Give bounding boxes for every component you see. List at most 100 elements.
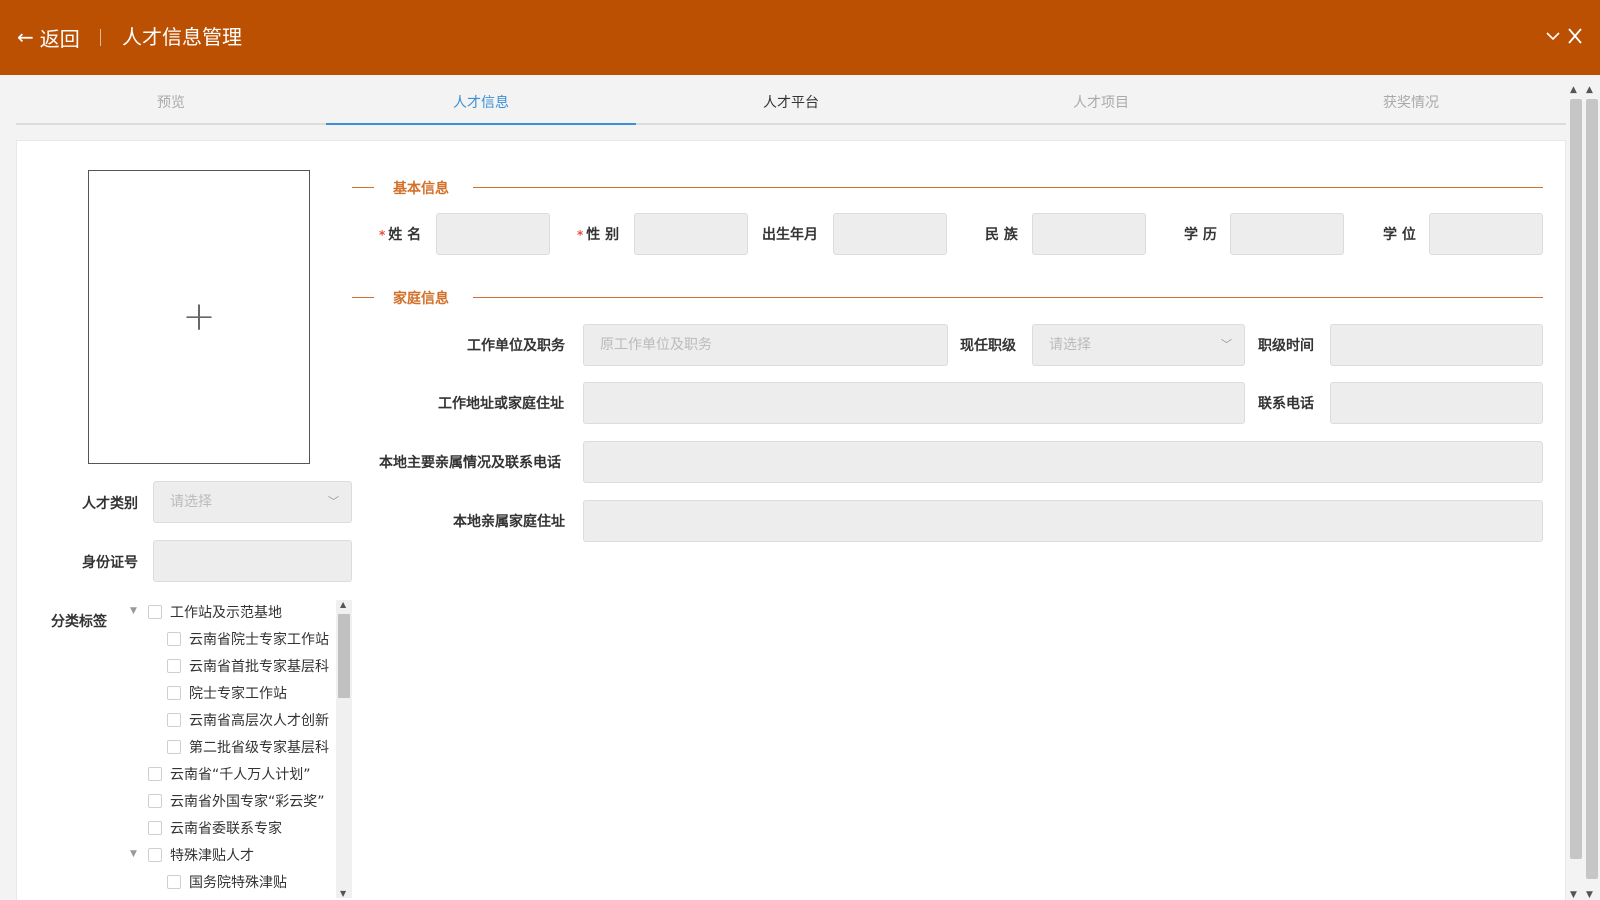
scrollbar-thumb[interactable] xyxy=(338,614,350,698)
talent-category-label: 人才类别 xyxy=(82,496,138,512)
checkbox[interactable] xyxy=(148,767,162,781)
gender-input[interactable] xyxy=(634,213,748,255)
checkbox[interactable] xyxy=(148,848,162,862)
tree-item-label: 工作站及示范基地 xyxy=(170,605,282,621)
work-unit-placeholder: 原工作单位及职务 xyxy=(600,337,712,353)
talent-category-select[interactable]: 请选择 ﹀ xyxy=(153,481,352,523)
tree-item-label: 云南省外国专家“彩云奖” xyxy=(170,794,325,810)
tree-item-label: 云南省高层次人才创新 xyxy=(189,713,329,729)
relatives-input[interactable] xyxy=(583,441,1543,483)
ethnicity-input[interactable] xyxy=(1032,213,1146,255)
degree-input[interactable] xyxy=(1429,213,1543,255)
chevron-down-icon[interactable] xyxy=(1546,26,1560,46)
tab-preview[interactable]: 预览 xyxy=(16,85,326,123)
tree-item[interactable]: 云南省首批专家基层科 xyxy=(167,656,329,676)
tree-item[interactable]: 云南省“千人万人计划” xyxy=(148,764,311,784)
current-rank-select[interactable]: 请选择 ﹀ xyxy=(1032,324,1245,366)
scroll-down-icon[interactable]: ▼ xyxy=(1586,890,1593,900)
checkbox[interactable] xyxy=(148,794,162,808)
checkbox[interactable] xyxy=(167,686,181,700)
name-label-text: 姓 名 xyxy=(388,227,422,243)
tree-item[interactable]: 特殊津贴人才 xyxy=(148,845,254,865)
checkbox[interactable] xyxy=(167,632,181,646)
work-unit-label: 工作单位及职务 xyxy=(467,338,565,354)
family-info-title: 家庭信息 xyxy=(393,291,449,307)
tree-item[interactable]: 云南省院士专家工作站 xyxy=(167,629,329,649)
tree-item[interactable]: 云南省委联系专家 xyxy=(148,818,282,838)
relatives-address-input[interactable] xyxy=(583,500,1543,542)
degree-label: 学 位 xyxy=(1383,227,1416,243)
tree-item[interactable]: 云南省高层次人才创新 xyxy=(167,710,329,730)
checkbox[interactable] xyxy=(148,605,162,619)
relatives-label: 本地主要亲属情况及联系电话 xyxy=(379,455,561,471)
chevron-down-icon: ﹀ xyxy=(1221,338,1232,351)
tree-item[interactable]: 院士专家工作站 xyxy=(167,683,287,703)
caret-down-icon[interactable]: ▼ xyxy=(130,606,137,616)
scroll-up-icon[interactable]: ▲ xyxy=(1570,85,1577,95)
page-title: 人才信息管理 xyxy=(122,25,242,49)
tab-bar: 预览 人才信息 人才平台 人才项目 获奖情况 xyxy=(16,85,1566,125)
tree-item[interactable]: 工作站及示范基地 xyxy=(148,602,282,622)
section-line xyxy=(352,297,374,298)
tab-talent-project[interactable]: 人才项目 xyxy=(946,85,1256,123)
tree-item-label: 云南省院士专家工作站 xyxy=(189,632,329,648)
tree-item-label: 云南省“千人万人计划” xyxy=(170,767,311,783)
tree-item[interactable]: 云南省外国专家“彩云奖” xyxy=(148,791,325,811)
tree-item[interactable]: 第二批省级专家基层科 xyxy=(167,737,329,757)
scroll-down-icon[interactable]: ▼ xyxy=(340,889,346,898)
checkbox[interactable] xyxy=(167,713,181,727)
section-line xyxy=(473,297,1543,298)
address-input[interactable] xyxy=(583,382,1245,424)
rank-time-label: 职级时间 xyxy=(1258,338,1314,354)
tree-item-label: 国务院特殊津贴 xyxy=(189,875,287,891)
app-header: ← 返回 人才信息管理 xyxy=(0,0,1600,75)
gender-label-text: 性 别 xyxy=(586,227,620,243)
page-scrollbar[interactable]: ▲ ▼ xyxy=(1584,85,1600,900)
tab-talent-info[interactable]: 人才信息 xyxy=(326,85,636,125)
scroll-up-icon[interactable]: ▲ xyxy=(340,600,346,609)
ethnicity-label: 民 族 xyxy=(985,227,1018,243)
education-input[interactable] xyxy=(1230,213,1344,255)
tree-item-label: 云南省委联系专家 xyxy=(170,821,282,837)
scrollbar-thumb[interactable] xyxy=(1570,99,1582,859)
name-input[interactable] xyxy=(436,213,550,255)
tag-label: 分类标签 xyxy=(51,614,107,630)
basic-info-title: 基本信息 xyxy=(393,181,449,197)
relatives-address-label: 本地亲属家庭住址 xyxy=(453,514,565,530)
section-line xyxy=(473,187,1543,188)
tag-tree-scrollbar[interactable]: ▲ ▼ xyxy=(336,600,352,898)
chevron-down-icon: ﹀ xyxy=(328,495,339,508)
scroll-up-icon[interactable]: ▲ xyxy=(1586,85,1593,95)
id-number-input[interactable] xyxy=(153,540,352,582)
checkbox[interactable] xyxy=(148,821,162,835)
tab-talent-platform[interactable]: 人才平台 xyxy=(636,85,946,123)
close-icon[interactable] xyxy=(1567,26,1583,46)
rank-time-input[interactable] xyxy=(1330,324,1543,366)
header-divider xyxy=(100,29,101,46)
current-rank-label: 现任职级 xyxy=(960,338,1016,354)
work-unit-input[interactable]: 原工作单位及职务 xyxy=(583,324,948,366)
current-rank-placeholder: 请选择 xyxy=(1049,337,1091,353)
section-line xyxy=(352,187,374,188)
required-mark: * xyxy=(379,228,386,242)
checkbox[interactable] xyxy=(167,659,181,673)
photo-upload[interactable]: + xyxy=(88,170,310,464)
tree-item-label: 特殊津贴人才 xyxy=(170,848,254,864)
checkbox[interactable] xyxy=(167,740,181,754)
scrollbar-thumb[interactable] xyxy=(1586,99,1598,879)
phone-input[interactable] xyxy=(1330,382,1543,424)
checkbox[interactable] xyxy=(167,875,181,889)
tree-item-label: 云南省首批专家基层科 xyxy=(189,659,329,675)
back-button[interactable]: ← 返回 xyxy=(17,23,80,51)
plus-icon: + xyxy=(182,294,216,340)
birth-input[interactable] xyxy=(833,213,947,255)
talent-category-placeholder: 请选择 xyxy=(170,494,212,510)
tree-item[interactable]: 国务院特殊津贴 xyxy=(167,872,287,892)
caret-down-icon[interactable]: ▼ xyxy=(130,849,137,859)
id-number-label: 身份证号 xyxy=(82,555,138,571)
inner-scrollbar[interactable]: ▲ ▼ xyxy=(1568,85,1584,900)
tab-awards[interactable]: 获奖情况 xyxy=(1256,85,1566,123)
education-label: 学 历 xyxy=(1184,227,1217,243)
scroll-down-icon[interactable]: ▼ xyxy=(1570,890,1577,900)
tree-item-label: 院士专家工作站 xyxy=(189,686,287,702)
